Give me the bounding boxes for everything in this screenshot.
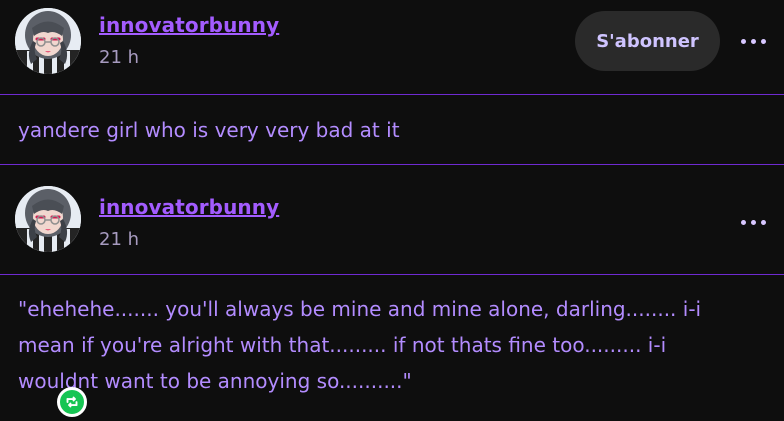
post-card: innovatorbunny 21 h S'abonner yandere gi… bbox=[0, 0, 784, 417]
reblog-author-name[interactable]: innovatorbunny bbox=[99, 195, 279, 219]
reblog-text: "ehehehe....... you'll always be mine an… bbox=[18, 297, 702, 393]
more-options-button[interactable] bbox=[736, 212, 770, 232]
avatar[interactable] bbox=[15, 186, 81, 252]
subscribe-button[interactable]: S'abonner bbox=[575, 11, 720, 71]
post-text: yandere girl who is very very bad at it bbox=[0, 95, 784, 165]
post-header: innovatorbunny 21 h S'abonner bbox=[0, 0, 784, 95]
post-timestamp: 21 h bbox=[99, 47, 140, 68]
more-horizontal-icon bbox=[740, 38, 766, 44]
more-options-button[interactable] bbox=[736, 31, 770, 51]
more-horizontal-icon bbox=[740, 219, 766, 225]
reblog-timestamp: 21 h bbox=[99, 229, 140, 250]
reblog-header: innovatorbunny 21 h bbox=[0, 165, 784, 417]
avatar[interactable] bbox=[15, 8, 81, 74]
reblog-icon bbox=[57, 387, 87, 417]
post-author-name[interactable]: innovatorbunny bbox=[99, 13, 279, 37]
